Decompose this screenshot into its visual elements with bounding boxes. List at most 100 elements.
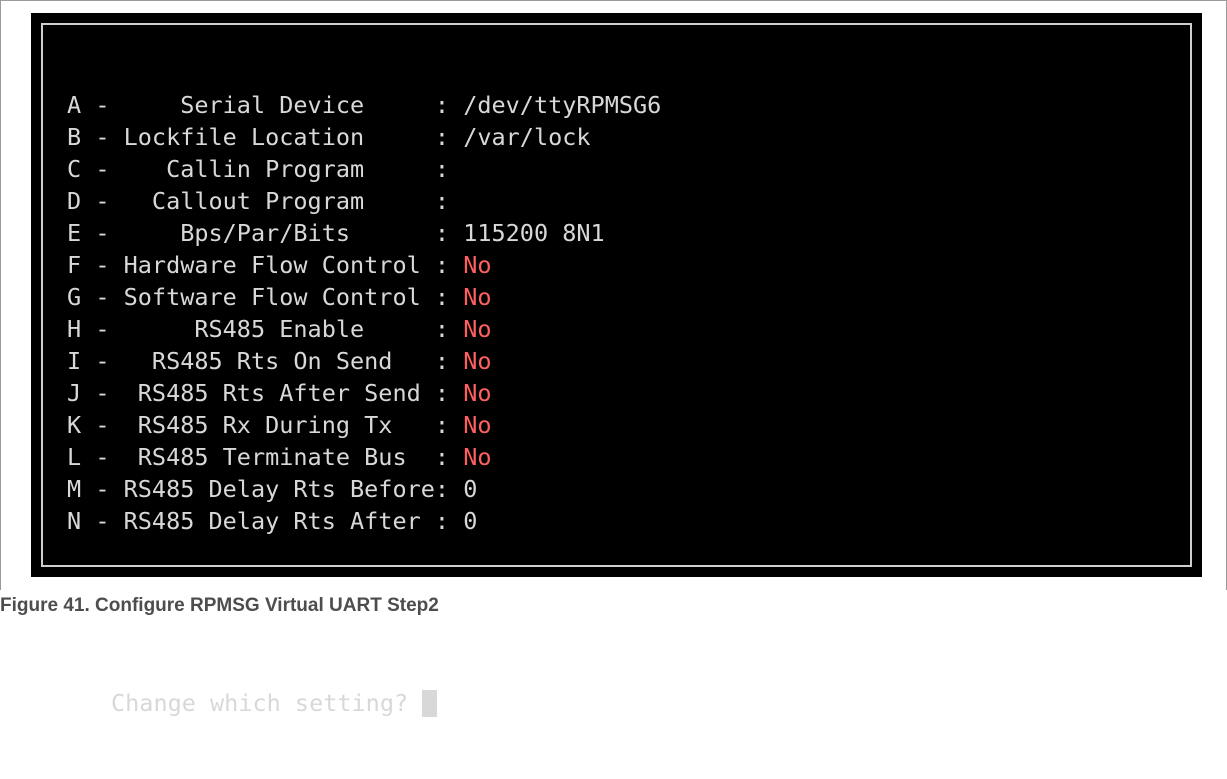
- setting-key: N: [67, 507, 82, 535]
- prompt-line[interactable]: Change which setting?: [67, 683, 661, 723]
- setting-separator: -: [95, 315, 110, 343]
- setting-key: B: [67, 123, 82, 151]
- setting-row-j[interactable]: J - RS485 Rts After Send : No: [67, 377, 661, 409]
- setting-row-k[interactable]: K - RS485 Rx During Tx : No: [67, 409, 661, 441]
- setting-label: RS485 Rts After Send: [123, 379, 421, 407]
- setting-label: Software Flow Control: [123, 283, 421, 311]
- setting-separator: -: [95, 91, 110, 119]
- terminal-window: A - Serial Device : /dev/ttyRPMSG6 B - Lo…: [31, 13, 1202, 717]
- setting-row-c[interactable]: C - Callin Program :: [67, 153, 661, 185]
- setting-separator: -: [95, 123, 110, 151]
- setting-label: RS485 Delay Rts Before: [123, 475, 435, 503]
- setting-value-flag: No: [449, 379, 492, 407]
- setting-colon: :: [434, 91, 450, 119]
- setting-value-flag: No: [449, 411, 492, 439]
- setting-row-i[interactable]: I - RS485 Rts On Send : No: [67, 345, 661, 377]
- setting-row-m[interactable]: M - RS485 Delay Rts Before: 0: [67, 473, 661, 505]
- setting-colon: :: [434, 379, 450, 407]
- setting-row-l[interactable]: L - RS485 Terminate Bus : No: [67, 441, 661, 473]
- setting-value-flag: No: [449, 315, 492, 343]
- setting-label: Hardware Flow Control: [123, 251, 421, 279]
- setting-label: RS485 Rx During Tx: [123, 411, 421, 439]
- setting-key: L: [67, 443, 82, 471]
- setting-value-flag: No: [449, 283, 492, 311]
- figure-caption: Figure 41. Configure RPMSG Virtual UART …: [0, 595, 439, 616]
- setting-label: RS485 Rts On Send: [123, 347, 421, 375]
- setting-label: Callout Program: [123, 187, 421, 215]
- setting-key: M: [67, 475, 82, 503]
- setting-value-flag: No: [449, 443, 492, 471]
- setting-colon: :: [434, 251, 450, 279]
- setting-row-a[interactable]: A - Serial Device : /dev/ttyRPMSG6: [67, 89, 661, 121]
- setting-label: Lockfile Location: [123, 123, 421, 151]
- setting-label: Serial Device: [123, 91, 421, 119]
- setting-label: RS485 Enable: [123, 315, 421, 343]
- setting-row-n[interactable]: N - RS485 Delay Rts After : 0: [67, 505, 661, 537]
- setting-colon: :: [434, 283, 450, 311]
- setting-value-flag: No: [449, 347, 492, 375]
- setting-colon: :: [434, 219, 450, 247]
- setting-label: RS485 Terminate Bus: [123, 443, 421, 471]
- setting-key: H: [67, 315, 82, 343]
- text-cursor: [422, 689, 438, 717]
- setting-separator: -: [95, 411, 110, 439]
- setting-value: 0: [449, 507, 478, 535]
- setting-row-e[interactable]: E - Bps/Par/Bits : 115200 8N1: [67, 217, 661, 249]
- setting-key: A: [67, 91, 82, 119]
- setting-label: RS485 Delay Rts After: [123, 507, 435, 535]
- setting-label: Callin Program: [123, 155, 421, 183]
- setting-row-d[interactable]: D - Callout Program :: [67, 185, 661, 217]
- setting-key: F: [67, 251, 82, 279]
- setting-row-f[interactable]: F - Hardware Flow Control : No: [67, 249, 661, 281]
- setting-colon: :: [434, 507, 450, 535]
- setting-row-b[interactable]: B - Lockfile Location : /var/lock: [67, 121, 661, 153]
- setting-separator: -: [95, 155, 110, 183]
- setting-colon: :: [434, 347, 450, 375]
- setting-key: G: [67, 283, 82, 311]
- setting-row-h[interactable]: H - RS485 Enable : No: [67, 313, 661, 345]
- settings-list: A - Serial Device : /dev/ttyRPMSG6 B - Lo…: [67, 89, 661, 537]
- setting-colon: :: [434, 475, 450, 503]
- setting-key: K: [67, 411, 82, 439]
- setting-value-flag: No: [449, 251, 492, 279]
- setting-separator: -: [95, 251, 110, 279]
- setting-colon: :: [434, 155, 450, 183]
- setting-colon: :: [434, 443, 450, 471]
- setting-value: 115200 8N1: [449, 219, 605, 247]
- setting-value: 0: [449, 475, 478, 503]
- setting-value: /dev/ttyRPMSG6: [449, 91, 662, 119]
- setting-separator: -: [95, 219, 110, 247]
- setting-colon: :: [434, 315, 450, 343]
- setting-row-g[interactable]: G - Software Flow Control : No: [67, 281, 661, 313]
